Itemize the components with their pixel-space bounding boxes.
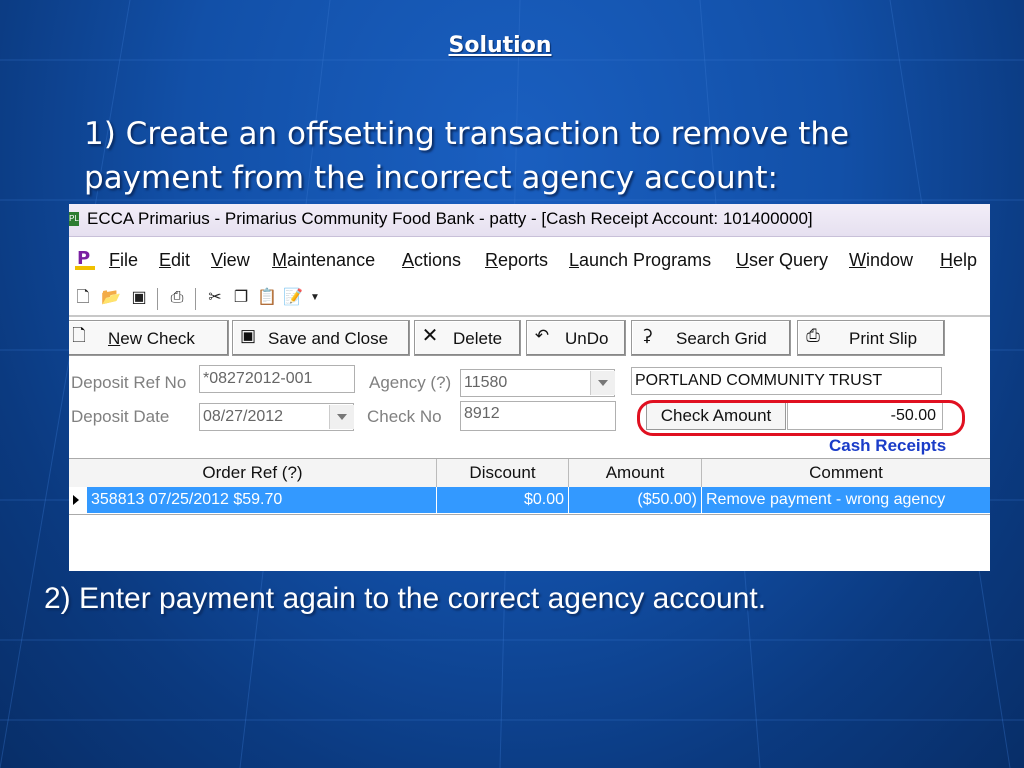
toolbar-separator xyxy=(195,288,196,310)
deposit-ref-field[interactable]: *08272012-001 xyxy=(199,365,355,393)
agency-label: Agency (?) xyxy=(369,373,452,392)
save-and-close-label: Save and Close xyxy=(268,329,389,348)
toolbar-divider xyxy=(69,315,990,317)
standard-toolbar: 🗋 📂 ▣ ⎙ ✂ ❐ 📋 📝 ▼ xyxy=(69,284,990,314)
row-selector-arrow-icon[interactable] xyxy=(69,487,88,513)
step-1-text: 1) Create an offsetting transaction to r… xyxy=(84,116,850,196)
highlight-oval xyxy=(637,400,965,436)
menu-actions[interactable]: Actions xyxy=(402,250,461,271)
search-grid-button[interactable]: ⚳ Search Grid xyxy=(631,320,791,356)
new-check-label: New Check xyxy=(108,329,195,348)
window-titlebar: PL ECCA Primarius - Primarius Community … xyxy=(69,204,990,237)
chevron-down-icon[interactable] xyxy=(329,405,354,429)
undo-arrow-icon: ↶ xyxy=(534,326,550,345)
header-amount[interactable]: Amount xyxy=(569,459,702,487)
paste-special-icon[interactable]: 📝 xyxy=(283,288,303,308)
printer-icon: ⎙ xyxy=(806,326,820,345)
cash-receipts-label: Cash Receipts xyxy=(829,436,947,455)
agency-name-field: PORTLAND COMMUNITY TRUST xyxy=(631,367,942,395)
chevron-down-icon[interactable]: ▼ xyxy=(305,288,325,308)
undo-button[interactable]: ↶ UnDo xyxy=(526,320,626,356)
header-order-ref[interactable]: Order Ref (?) xyxy=(69,459,437,487)
new-file-icon[interactable]: 🗋 xyxy=(73,288,93,308)
cut-icon[interactable]: ✂ xyxy=(205,288,225,308)
delete-label: Delete xyxy=(453,329,503,348)
deposit-date-label: Deposit Date xyxy=(71,407,170,426)
toolbar-separator xyxy=(157,288,158,310)
window-title: ECCA Primarius - Primarius Community Foo… xyxy=(87,209,813,228)
undo-label: UnDo xyxy=(565,329,609,348)
menu-window[interactable]: Window xyxy=(849,250,913,271)
menu-view[interactable]: View xyxy=(211,250,250,271)
save-icon: ▣ xyxy=(239,326,257,345)
app-icon: PL xyxy=(69,212,79,226)
menu-help[interactable]: Help xyxy=(940,250,977,271)
search-grid-label: Search Grid xyxy=(676,329,767,348)
primarius-logo-icon: P xyxy=(75,248,95,270)
delete-button[interactable]: ✕ Delete xyxy=(414,320,521,356)
cell-amount[interactable]: ($50.00) xyxy=(569,487,702,513)
save-icon[interactable]: ▣ xyxy=(129,288,149,308)
slide-title: Solution xyxy=(448,33,552,58)
check-no-label: Check No xyxy=(367,407,442,426)
deposit-date-dropdown[interactable]: 08/27/2012 xyxy=(199,403,354,431)
action-button-bar: 🗋 New Check ▣ Save and Close ✕ Delete ↶ … xyxy=(69,318,990,358)
header-comment[interactable]: Comment xyxy=(702,459,990,487)
menu-file[interactable]: File xyxy=(109,250,138,271)
cell-discount[interactable]: $0.00 xyxy=(437,487,569,513)
new-document-icon: 🗋 xyxy=(72,326,86,345)
menu-launch-programs[interactable]: Launch Programs xyxy=(569,250,711,271)
table-row[interactable]: 358813 07/25/2012 $59.70 $0.00 ($50.00) … xyxy=(69,487,990,513)
deposit-ref-label: Deposit Ref No xyxy=(71,373,187,392)
header-discount[interactable]: Discount xyxy=(437,459,569,487)
menu-maintenance[interactable]: Maintenance xyxy=(272,250,375,271)
copy-icon[interactable]: ❐ xyxy=(231,288,251,308)
check-no-field[interactable]: 8912 xyxy=(460,401,616,431)
delete-x-icon: ✕ xyxy=(421,325,439,347)
menu-reports[interactable]: Reports xyxy=(485,250,548,271)
agency-value: 11580 xyxy=(464,374,508,391)
deposit-date-value: 08/27/2012 xyxy=(203,408,284,425)
print-slip-button[interactable]: ⎙ Print Slip xyxy=(797,320,945,356)
grid-row-divider xyxy=(69,514,990,515)
new-check-button[interactable]: 🗋 New Check xyxy=(69,320,229,356)
chevron-down-icon[interactable] xyxy=(590,371,615,395)
menu-bar: P File Edit View Maintenance Actions Rep… xyxy=(69,240,990,282)
print-slip-label: Print Slip xyxy=(849,329,918,348)
step-2-text: 2) Enter payment again to the correct ag… xyxy=(44,582,767,615)
print-icon[interactable]: ⎙ xyxy=(167,288,187,308)
menu-edit[interactable]: Edit xyxy=(159,250,190,271)
cell-order-ref[interactable]: 358813 07/25/2012 $59.70 xyxy=(87,487,437,513)
cell-comment[interactable]: Remove payment - wrong agency xyxy=(702,487,990,513)
binoculars-icon: ⚳ xyxy=(640,326,654,345)
agency-dropdown[interactable]: 11580 xyxy=(460,369,615,397)
paste-icon[interactable]: 📋 xyxy=(257,288,277,308)
save-and-close-button[interactable]: ▣ Save and Close xyxy=(232,320,410,356)
menu-user-query[interactable]: User Query xyxy=(736,250,828,271)
app-window-screenshot: PL ECCA Primarius - Primarius Community … xyxy=(69,204,990,571)
open-folder-icon[interactable]: 📂 xyxy=(101,288,121,308)
grid-header: Order Ref (?) Discount Amount Comment xyxy=(69,458,990,488)
svg-text:P: P xyxy=(77,248,90,269)
